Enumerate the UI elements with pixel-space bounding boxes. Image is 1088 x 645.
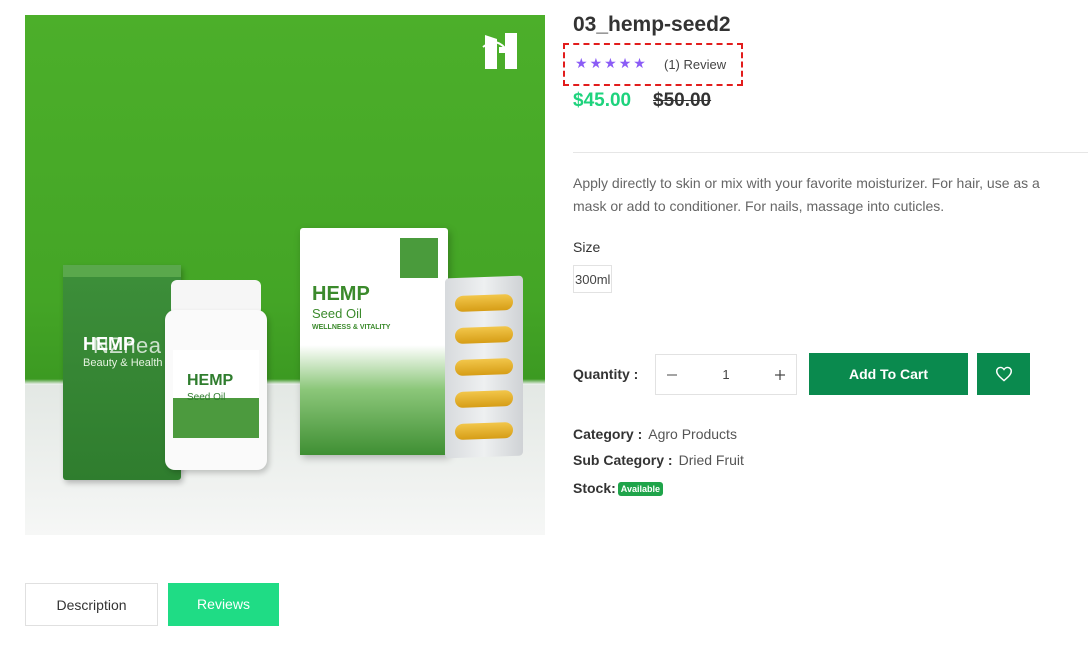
add-to-cart-button[interactable]: Add To Cart <box>809 353 968 395</box>
tab-description[interactable]: Description <box>25 583 158 626</box>
star-icon: ★ <box>633 56 646 72</box>
quantity-label: Quantity : <box>573 366 639 382</box>
star-icon: ★ <box>618 56 632 72</box>
minus-icon <box>667 374 677 376</box>
subcategory-value[interactable]: Dried Fruit <box>679 452 744 468</box>
product-box-right: HEMP Seed Oil WELLNESS & VITALITY <box>300 228 448 455</box>
stock-status-badge: Available <box>617 482 663 496</box>
star-icon: ★ <box>604 56 617 72</box>
image-watermark: NZhea <box>93 333 162 358</box>
category-value[interactable]: Agro Products <box>648 426 737 442</box>
product-box-left: HEMP Beauty & Health Ce <box>63 265 181 480</box>
plus-icon <box>775 370 785 380</box>
price-old: $50.00 <box>653 90 712 111</box>
box-right-title: HEMP <box>312 283 370 305</box>
size-label: Size <box>573 239 601 255</box>
brand-logo-icon <box>482 33 517 69</box>
tab-reviews[interactable]: Reviews <box>168 583 279 626</box>
box-right-subtitle: Seed Oil <box>312 306 362 321</box>
decrease-quantity-button[interactable] <box>656 355 688 394</box>
quantity-stepper: 1 <box>655 354 797 395</box>
rating-highlight: ★ ★ ★ ★ ★ (1) Review <box>563 43 743 86</box>
stock-label: Stock: <box>573 480 616 496</box>
increase-quantity-button[interactable] <box>764 355 796 394</box>
product-description: Apply directly to skin or mix with your … <box>573 175 1040 214</box>
stock-row: Stock: Available <box>573 480 663 496</box>
star-icon: ★ <box>575 56 588 72</box>
product-bottle: HEMP Seed Oil <box>165 280 267 470</box>
capsule-blister <box>445 275 523 459</box>
bottle-title: HEMP <box>187 372 234 389</box>
subcategory-row: Sub Category : Dried Fruit <box>573 452 744 468</box>
category-row: Category : Agro Products <box>573 426 737 442</box>
divider <box>573 152 1088 153</box>
size-option-300ml[interactable]: 300ml <box>573 265 613 293</box>
review-count-link[interactable]: (1) Review <box>664 57 726 72</box>
rating-stars: ★ ★ ★ ★ ★ <box>575 56 646 72</box>
category-label: Category : <box>573 426 643 442</box>
price-current: $45.00 <box>573 90 632 111</box>
product-image[interactable]: HEMP Beauty & Health Ce NZhea HEMP Seed … <box>25 15 545 535</box>
quantity-input[interactable]: 1 <box>688 355 764 394</box>
subcategory-label: Sub Category : <box>573 452 673 468</box>
bottle-subtitle: Seed Oil <box>187 392 226 403</box>
star-icon: ★ <box>589 56 603 72</box>
box-right-tagline: WELLNESS & VITALITY <box>312 324 391 331</box>
heart-icon <box>995 366 1012 382</box>
wishlist-button[interactable] <box>977 353 1030 395</box>
product-title: 03_hemp-seed2 <box>573 13 731 36</box>
